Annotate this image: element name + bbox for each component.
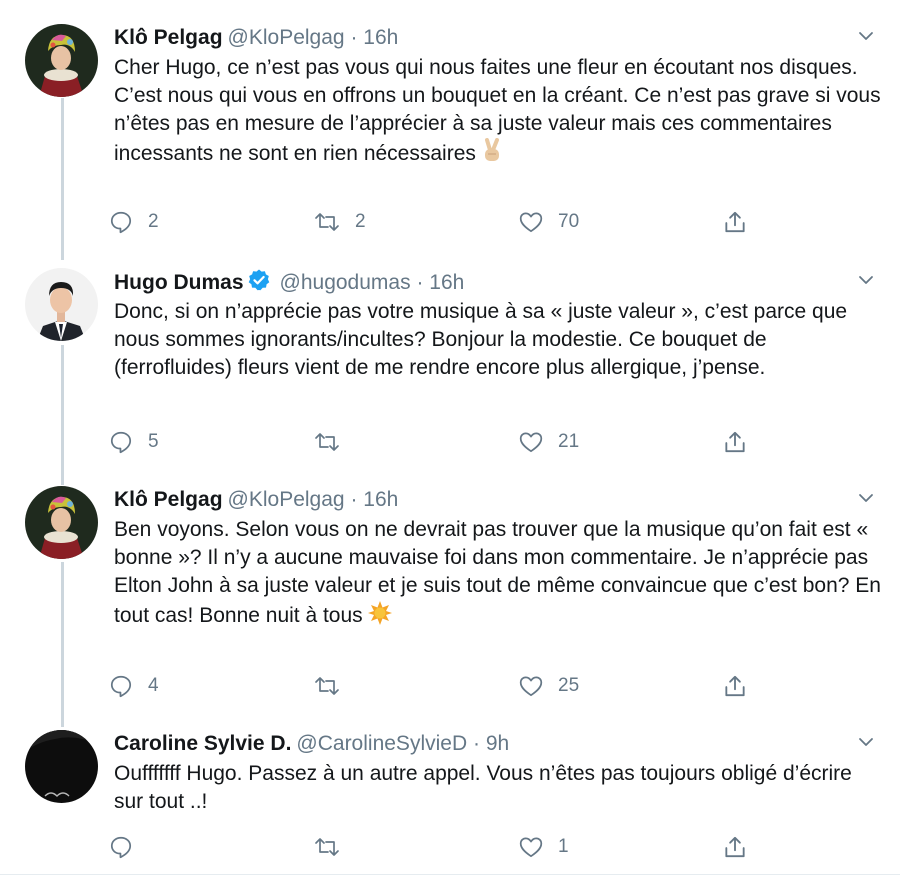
reply-count: 2 (148, 211, 159, 232)
display-name[interactable]: Hugo Dumas (114, 271, 244, 294)
chevron-down-icon[interactable] (856, 488, 876, 508)
display-name[interactable]: Klô Pelgag (114, 26, 223, 49)
like-button[interactable]: 25 (518, 668, 579, 704)
retweet-icon (313, 429, 341, 455)
retweet-button[interactable] (313, 424, 355, 460)
tweet-text-content: Ben voyons. Selon vous on ne devrait pas… (114, 518, 881, 627)
like-button[interactable]: 21 (518, 424, 579, 460)
sun-icon (367, 600, 393, 634)
tweet-actions: 2 2 70 (108, 204, 768, 240)
tweet-text-content: Oufffffff Hugo. Passez à un autre appel.… (114, 762, 852, 813)
display-name[interactable]: Klô Pelgag (114, 488, 223, 511)
user-handle[interactable]: @KloPelgag (228, 488, 345, 511)
reply-button[interactable]: 4 (108, 668, 159, 704)
like-count: 1 (558, 836, 569, 857)
tweet[interactable]: Caroline Sylvie D. @CarolineSylvieD · 9h … (0, 730, 900, 875)
retweet-button[interactable] (313, 668, 355, 704)
reply-icon (108, 673, 134, 699)
tweet-actions: 5 21 (108, 424, 768, 460)
victory-hand-icon (480, 138, 504, 172)
separator-dot: · (350, 26, 358, 49)
share-icon (722, 673, 748, 699)
tweet-actions: 4 25 (108, 668, 768, 704)
separator-dot: · (472, 732, 480, 755)
separator-dot: · (350, 488, 358, 511)
retweet-icon (313, 673, 341, 699)
tweet[interactable]: Klô Pelgag @KloPelgag · 16h Cher Hugo, ce… (0, 24, 900, 254)
reply-thread: Klô Pelgag @KloPelgag · 16h Cher Hugo, ce… (0, 0, 900, 880)
share-icon (722, 209, 748, 235)
share-button[interactable] (722, 204, 748, 240)
retweet-button[interactable]: 2 (313, 204, 366, 240)
heart-icon (518, 673, 544, 699)
tweet-header: Klô Pelgag @KloPelgag · 16h (114, 486, 398, 514)
chevron-down-icon[interactable] (856, 732, 876, 752)
tweet-text: Ben voyons. Selon vous on ne devrait pas… (114, 516, 884, 634)
heart-icon (518, 834, 544, 860)
chevron-down-icon[interactable] (856, 26, 876, 46)
like-count: 70 (558, 211, 580, 232)
tweet-header: Klô Pelgag @KloPelgag · 16h (114, 24, 398, 52)
timestamp[interactable]: 16h (363, 488, 398, 511)
user-handle[interactable]: @KloPelgag (228, 26, 345, 49)
tweet-header: Caroline Sylvie D. @CarolineSylvieD · 9h (114, 730, 509, 758)
user-handle[interactable]: @CarolineSylvieD (296, 732, 467, 755)
reply-icon (108, 834, 134, 860)
retweet-button[interactable] (313, 829, 355, 865)
like-count: 21 (558, 431, 580, 452)
tweet-text: Donc, si on n’apprécie pas votre musique… (114, 298, 884, 382)
retweet-icon (313, 209, 341, 235)
reply-count: 5 (148, 431, 159, 452)
tweet[interactable]: Klô Pelgag @KloPelgag · 16h Ben voyons. S… (0, 486, 900, 716)
avatar[interactable] (25, 24, 98, 97)
reply-button[interactable]: 5 (108, 424, 159, 460)
timestamp[interactable]: 16h (363, 26, 398, 49)
reply-icon (108, 209, 134, 235)
share-icon (722, 429, 748, 455)
share-icon (722, 834, 748, 860)
tweet-text-content: Donc, si on n’apprécie pas votre musique… (114, 300, 848, 379)
heart-icon (518, 429, 544, 455)
tweet-text: Oufffffff Hugo. Passez à un autre appel.… (114, 760, 884, 816)
tweet[interactable]: Hugo Dumas @hugodumas · 16h Donc, si on n… (0, 268, 900, 468)
like-count: 25 (558, 675, 580, 696)
chevron-down-icon[interactable] (856, 270, 876, 290)
like-button[interactable]: 70 (518, 204, 579, 240)
reply-count: 4 (148, 675, 159, 696)
retweet-count: 2 (355, 211, 366, 232)
separator-dot: · (416, 271, 424, 294)
share-button[interactable] (722, 668, 748, 704)
timestamp[interactable]: 16h (429, 271, 464, 294)
reply-button[interactable] (108, 829, 148, 865)
heart-icon (518, 209, 544, 235)
timestamp[interactable]: 9h (486, 732, 509, 755)
reply-icon (108, 429, 134, 455)
tweet-actions: 1 (108, 829, 768, 865)
user-handle[interactable]: @hugodumas (280, 271, 411, 294)
verified-badge-icon (247, 268, 271, 300)
tweet-text: Cher Hugo, ce n’est pas vous qui nous fa… (114, 54, 884, 172)
like-button[interactable]: 1 (518, 829, 569, 865)
avatar[interactable] (25, 268, 98, 341)
avatar[interactable] (25, 730, 98, 803)
tweet-header: Hugo Dumas @hugodumas · 16h (114, 268, 464, 296)
share-button[interactable] (722, 424, 748, 460)
reply-button[interactable]: 2 (108, 204, 159, 240)
display-name[interactable]: Caroline Sylvie D. (114, 732, 291, 755)
retweet-icon (313, 834, 341, 860)
avatar[interactable] (25, 486, 98, 559)
share-button[interactable] (722, 829, 748, 865)
